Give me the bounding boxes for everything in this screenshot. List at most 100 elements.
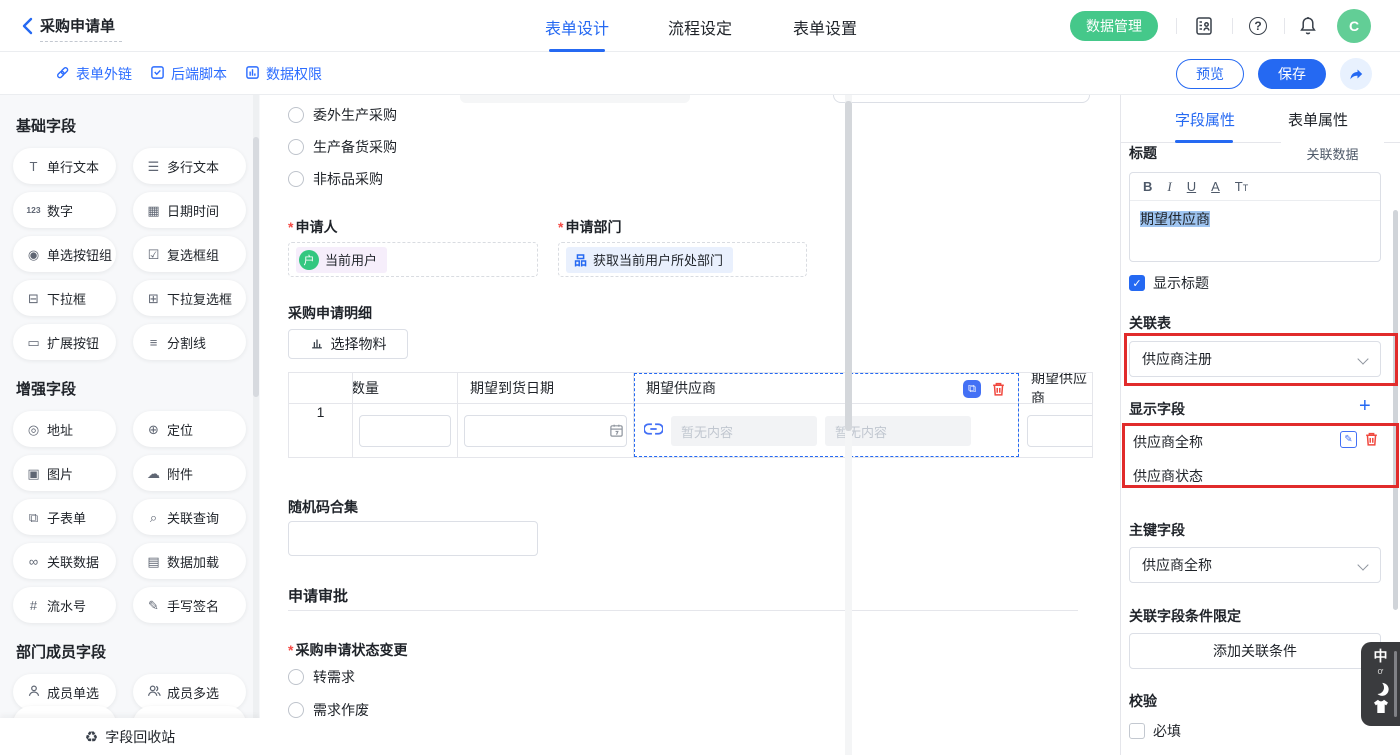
field-item-address[interactable]: ◎地址 xyxy=(13,411,116,447)
field-item-multi-select[interactable]: ⊞下拉复选框 xyxy=(133,280,246,316)
datetime-icon: ▦ xyxy=(146,204,161,217)
canvas-scrollbar-thumb[interactable] xyxy=(845,101,852,431)
radio-icon[interactable] xyxy=(288,669,304,685)
backend-script-link[interactable]: 后端脚本 xyxy=(150,63,227,85)
header-expected-supplier[interactable]: 期望供应商 xyxy=(634,373,1019,403)
save-button[interactable]: 保存 xyxy=(1258,59,1326,89)
header-quantity[interactable]: 数量 xyxy=(353,373,458,403)
radio-icon[interactable] xyxy=(288,702,304,718)
field-item-multi-line-text[interactable]: ☰多行文本 xyxy=(133,148,246,184)
avatar[interactable]: C xyxy=(1337,9,1371,43)
section-title-enhanced-fields: 增强字段 xyxy=(16,378,260,399)
field-item-signature[interactable]: ✎手写签名 xyxy=(133,587,246,623)
canvas-scrollbar-track[interactable] xyxy=(845,95,852,755)
show-title-checkbox[interactable]: ✓ xyxy=(1129,275,1145,291)
header-expected-date[interactable]: 期望到货日期 xyxy=(458,373,634,403)
floating-utility-widget: 中 ơ xyxy=(1361,642,1400,726)
field-item-related-data[interactable]: ∞关联数据 xyxy=(13,543,116,579)
title-property-label: 标题 xyxy=(1129,144,1157,162)
field-item-extend-button[interactable]: ▭扩展按钮 xyxy=(13,324,116,360)
field-item-attachment[interactable]: ☁附件 xyxy=(133,455,246,491)
scrolled-field-partial[interactable] xyxy=(460,95,690,103)
field-item-data-load[interactable]: ▤数据加载 xyxy=(133,543,246,579)
field-item-serial-number[interactable]: #流水号 xyxy=(13,587,116,623)
delete-column-icon[interactable] xyxy=(991,381,1006,402)
radio-icon[interactable] xyxy=(288,139,304,155)
field-item-number[interactable]: 123数字 xyxy=(13,192,116,228)
tab-flow-setting[interactable]: 流程设定 xyxy=(668,15,732,39)
field-item-member-single[interactable]: 成员单选 xyxy=(13,674,116,710)
share-button[interactable] xyxy=(1340,58,1372,90)
back-icon[interactable] xyxy=(18,15,38,37)
image-icon: ▣ xyxy=(26,467,41,480)
copy-column-icon[interactable]: ⧉ xyxy=(963,380,981,398)
related-data-link-icon[interactable] xyxy=(644,421,663,442)
notification-bell-icon[interactable] xyxy=(1296,14,1320,38)
add-condition-button[interactable]: 添加关联条件 xyxy=(1129,633,1381,669)
help-icon[interactable]: ? xyxy=(1246,14,1270,38)
data-manage-button[interactable]: 数据管理 xyxy=(1070,11,1158,41)
row-index-cell: 1 xyxy=(289,404,353,458)
primary-key-select[interactable]: 供应商全称 xyxy=(1129,547,1381,583)
field-item-select[interactable]: ⊟下拉框 xyxy=(13,280,116,316)
select-material-button[interactable]: 选择物料 xyxy=(288,329,408,359)
random-code-input[interactable] xyxy=(288,521,538,556)
date-input[interactable] xyxy=(464,415,627,447)
field-item-location[interactable]: ⊕定位 xyxy=(133,411,246,447)
link-icon xyxy=(55,65,70,83)
field-item-radio-group[interactable]: ◉单选按钮组 xyxy=(13,236,116,272)
sidebar-scrollbar-thumb[interactable] xyxy=(253,137,259,397)
panel-scrollbar-thumb[interactable] xyxy=(1393,210,1398,610)
field-recycle-bin[interactable]: ♻ 字段回收站 xyxy=(0,718,260,755)
header-expected-supplier-2[interactable]: 期望供应商 xyxy=(1019,373,1092,403)
dark-mode-moon-icon[interactable] xyxy=(1370,679,1386,695)
supplier2-input[interactable] xyxy=(1027,415,1092,447)
widget-scrollbar[interactable] xyxy=(1394,651,1397,717)
language-toggle-icon[interactable]: 中 xyxy=(1374,648,1388,665)
applicant-label: *申请人 xyxy=(288,217,337,237)
tab-form-design[interactable]: 表单设计 xyxy=(545,15,609,39)
radio-icon[interactable] xyxy=(288,107,304,123)
field-item-related-query[interactable]: ⌕关联查询 xyxy=(133,499,246,535)
related-table-select[interactable]: 供应商注册 xyxy=(1129,341,1381,377)
status-option: 需求作废 xyxy=(288,698,369,722)
field-item-datetime[interactable]: ▦日期时间 xyxy=(133,192,246,228)
field-item-checkbox-group[interactable]: ☑复选框组 xyxy=(133,236,246,272)
data-permission-link[interactable]: 数据权限 xyxy=(245,63,322,85)
properties-panel: 字段属性 表单属性 关联数据 标题 B I U A TT 期望供应商 ✓ xyxy=(1120,95,1400,755)
quantity-input[interactable] xyxy=(359,415,451,447)
display-field-item[interactable]: 供应商全称 xyxy=(1133,432,1203,452)
language-mark-icon[interactable]: ơ xyxy=(1378,667,1384,676)
scrolled-field-partial[interactable] xyxy=(833,95,1090,103)
delete-field-icon[interactable] xyxy=(1364,431,1379,452)
tab-form-setting[interactable]: 表单设置 xyxy=(793,15,857,39)
field-item-divider-line[interactable]: ≡分割线 xyxy=(133,324,246,360)
edit-field-icon[interactable]: ✎ xyxy=(1340,431,1357,448)
add-display-field-icon[interactable]: + xyxy=(1359,396,1371,416)
bold-icon[interactable]: B xyxy=(1143,179,1152,194)
underline-icon[interactable]: U xyxy=(1187,179,1196,194)
contacts-icon[interactable] xyxy=(1192,14,1216,38)
random-code-label: 随机码合集 xyxy=(288,497,358,517)
required-checkbox[interactable] xyxy=(1129,723,1145,739)
divider xyxy=(1284,18,1285,34)
theme-tshirt-icon[interactable] xyxy=(1373,699,1389,719)
applicant-field[interactable]: 户 当前用户 xyxy=(288,242,538,277)
font-size-icon[interactable]: TT xyxy=(1235,179,1248,194)
field-item-image[interactable]: ▣图片 xyxy=(13,455,116,491)
tab-form-properties[interactable]: 表单属性 xyxy=(1288,109,1348,130)
italic-icon[interactable]: I xyxy=(1167,179,1171,195)
display-field-item[interactable]: 供应商状态 xyxy=(1133,466,1203,486)
field-item-single-line-text[interactable]: T单行文本 xyxy=(13,148,116,184)
font-color-icon[interactable]: A xyxy=(1211,179,1220,194)
preview-button[interactable]: 预览 xyxy=(1176,59,1244,89)
title-editor-content[interactable]: 期望供应商 xyxy=(1130,201,1380,237)
radio-icon[interactable] xyxy=(288,171,304,187)
form-external-link[interactable]: 表单外链 xyxy=(55,63,132,85)
related-table-label: 关联表 xyxy=(1129,314,1171,332)
field-item-subform[interactable]: ⧉子表单 xyxy=(13,499,116,535)
calendar-icon[interactable] xyxy=(609,423,624,443)
department-field[interactable]: 品 获取当前用户所处部门 xyxy=(558,242,807,277)
field-item-member-multi[interactable]: 成员多选 xyxy=(133,674,246,710)
tab-field-properties[interactable]: 字段属性 xyxy=(1175,109,1235,130)
